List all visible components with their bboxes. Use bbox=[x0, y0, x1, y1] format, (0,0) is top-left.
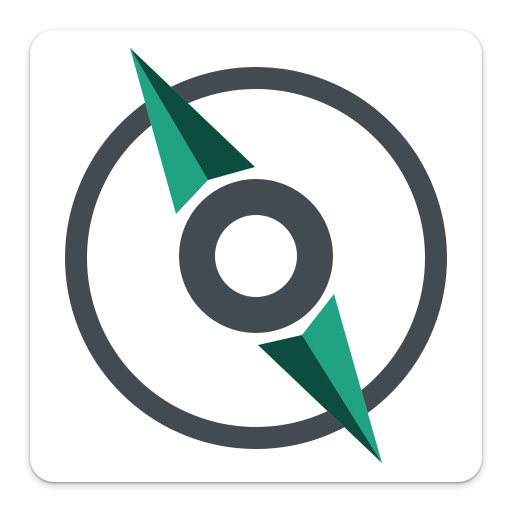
compass-center-hub bbox=[179, 179, 333, 333]
app-icon-canvas bbox=[0, 0, 512, 512]
compass-icon bbox=[65, 48, 447, 463]
compass-outer-ring bbox=[65, 67, 447, 449]
